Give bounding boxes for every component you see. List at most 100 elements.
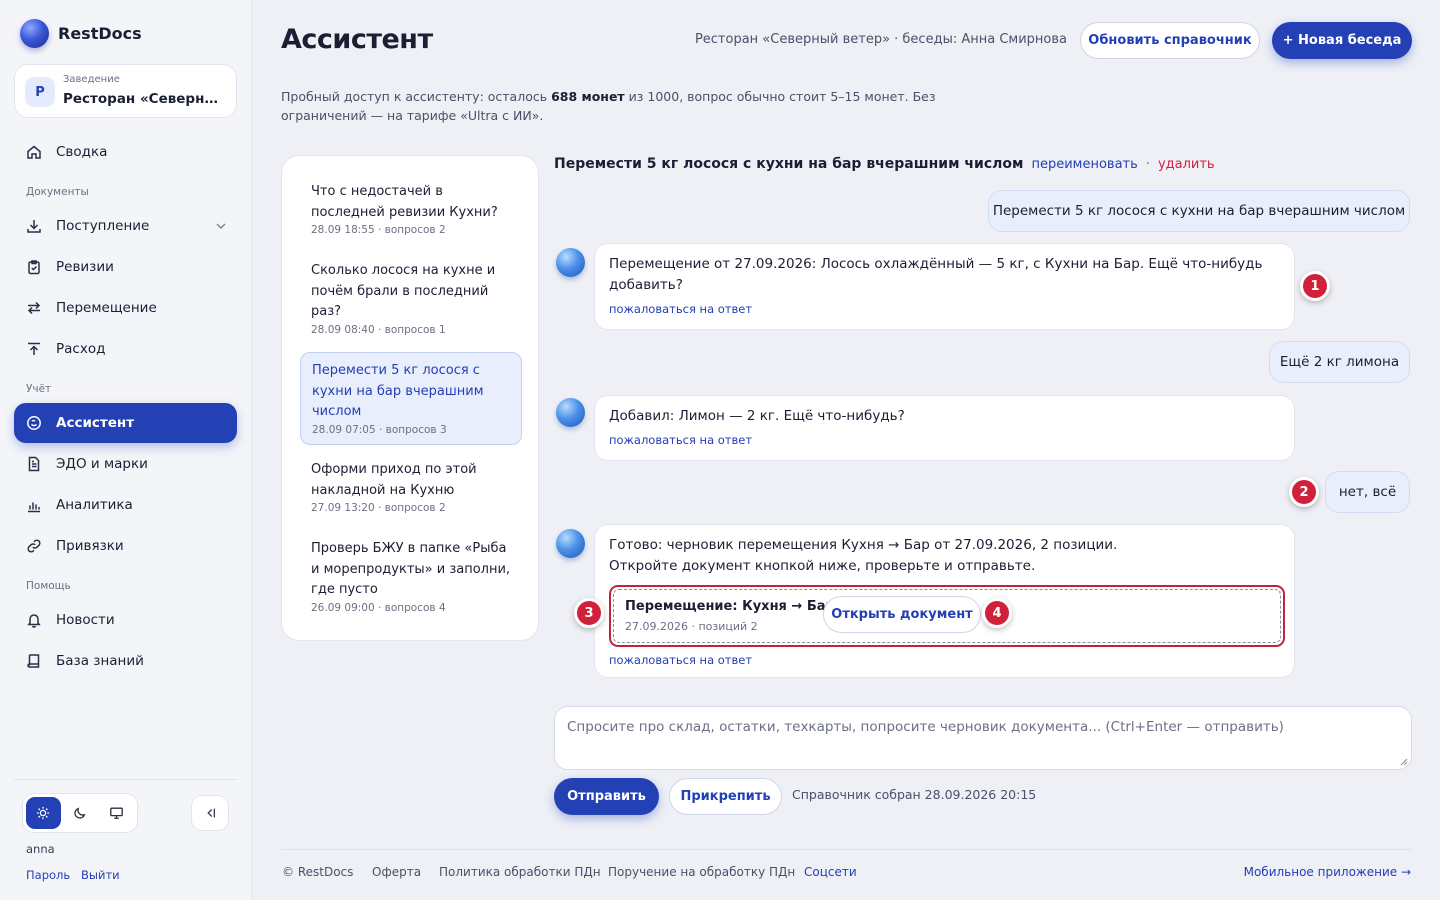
document-icon [28, 456, 40, 472]
history-item-meta: 27.09 13:20 · вопросов 2 [311, 502, 446, 514]
venue-selector[interactable]: Р Заведение Ресторан «Северный ветер» [14, 64, 237, 118]
nav-item-edo[interactable]: ЭДО и марки [14, 444, 237, 484]
footer-privacy-link[interactable]: Политика обработки ПДн [439, 865, 601, 879]
footer-social-link[interactable]: Соцсети [804, 865, 857, 879]
nav-item-receipts[interactable]: Поступление [14, 206, 237, 246]
theme-light-button[interactable] [26, 797, 61, 829]
nav-item-bindings[interactable]: Привязки [14, 526, 237, 566]
sidebar: RestDocs Р Заведение Ресторан «Северный … [0, 0, 252, 900]
history-item-meta: 28.09 18:55 · вопросов 2 [311, 224, 446, 236]
brand[interactable]: RestDocs [20, 19, 142, 48]
sidebar-username: anna [26, 842, 55, 856]
send-button[interactable]: Отправить [554, 778, 659, 815]
brand-logo-icon [20, 19, 49, 48]
footer-offer-link[interactable]: Оферта [372, 865, 421, 879]
annotation-badge: 4 [982, 598, 1012, 628]
nav-section-accounting: Учёт [26, 383, 52, 395]
nav-label-edo: ЭДО и марки [56, 456, 148, 472]
collapse-icon [207, 808, 216, 818]
download-icon [27, 220, 41, 233]
arrows-swap-icon [27, 301, 41, 315]
history-item-title: Перемести 5 кг лосося с кухни на бар вче… [312, 363, 484, 419]
nav-label-expense: Расход [56, 341, 106, 357]
nav-item-summary[interactable]: Сводка [14, 132, 237, 172]
history-item[interactable]: Что с недостачей в последней ревизии Кух… [300, 174, 522, 244]
new-chat-button[interactable]: + Новая беседа [1272, 22, 1412, 59]
footer-divider [281, 849, 1412, 850]
nav-label-summary: Сводка [56, 144, 108, 160]
nav-item-assistant[interactable]: Ассистент [14, 403, 237, 443]
sidebar-collapse-button[interactable] [191, 795, 229, 831]
user-message: нет, всё [1325, 471, 1410, 513]
history-item-title: Сколько лосося на кухне и почём брали в … [311, 263, 496, 319]
upload-icon [28, 342, 40, 355]
page-title: Ассистент [281, 24, 433, 55]
nav-label-knowledge: База знаний [56, 653, 144, 669]
bar-chart-icon [28, 502, 40, 513]
nav-item-analytics[interactable]: Аналитика [14, 485, 237, 525]
nav-section-help: Помощь [26, 580, 71, 592]
complain-link[interactable]: пожаловаться на ответ [609, 433, 1280, 447]
header-separator: · [1145, 157, 1150, 172]
nav-item-audits[interactable]: Ревизии [14, 247, 237, 287]
assistant-message-text: Откройте документ кнопкой ниже, проверьт… [609, 558, 1036, 574]
home-icon [27, 145, 41, 159]
header-meta: Ресторан «Северный ветер» · беседы: Анна… [694, 32, 1067, 47]
sidebar-divider [14, 779, 238, 780]
conversation-title: Перемести 5 кг лосося с кухни на бар вче… [554, 156, 1024, 172]
rename-link[interactable]: переименовать [1031, 157, 1137, 172]
assistant-avatar [556, 398, 585, 427]
theme-dark-button[interactable] [63, 797, 98, 829]
nav-label-analytics: Аналитика [56, 497, 133, 513]
message-input[interactable] [567, 719, 1399, 757]
nav-item-news[interactable]: Новости [14, 600, 237, 640]
assistant-message-text: Перемещение от 27.09.2026: Лосось охлажд… [609, 256, 1263, 293]
venue-avatar: Р [25, 77, 55, 107]
delete-link[interactable]: удалить [1158, 157, 1215, 172]
logout-link[interactable]: Выйти [81, 868, 120, 882]
nav-item-transfer[interactable]: Перемещение [14, 288, 237, 328]
trial-notice: Пробный доступ к ассистенту: осталось 68… [281, 87, 941, 125]
history-item[interactable]: Оформи приход по этой накладной на Кухню… [300, 452, 522, 522]
conversation-header: Перемести 5 кг лосося с кухни на бар вче… [554, 156, 1215, 172]
user-message: Перемести 5 кг лосося с кухни на бар вче… [988, 190, 1410, 232]
attach-button[interactable]: Прикрепить [669, 778, 782, 815]
nav-label-assistant: Ассистент [56, 415, 135, 431]
document-title: Перемещение: Кухня → Бар [625, 599, 835, 614]
complain-link[interactable]: пожаловаться на ответ [609, 302, 1280, 316]
assistant-message-text: Добавил: Лимон — 2 кг. Ещё что-нибудь? [609, 408, 905, 424]
annotation-badge: 2 [1289, 477, 1319, 507]
open-document-button[interactable]: Открыть документ [823, 596, 981, 633]
footer-mobile-link[interactable]: Мобильное приложение → [1244, 865, 1411, 879]
theme-system-button[interactable] [99, 797, 134, 829]
nav-label-receipts: Поступление [56, 218, 150, 234]
refresh-reference-button[interactable]: Обновить справочник [1080, 22, 1260, 59]
moon-icon [74, 807, 86, 819]
reference-note: Справочник собран 28.09.2026 20:15 [792, 787, 1037, 802]
assistant-message: Готово: черновик перемещения Кухня → Бар… [594, 524, 1295, 678]
nav-label-audits: Ревизии [56, 259, 114, 275]
book-icon [27, 654, 40, 668]
user-message: Ещё 2 кг лимона [1269, 341, 1410, 383]
trial-coins: 688 монет [551, 89, 625, 104]
chevron-down-icon[interactable] [215, 220, 227, 232]
password-link[interactable]: Пароль [26, 868, 70, 882]
history-item[interactable]: Сколько лосося на кухне и почём брали в … [300, 253, 522, 344]
document-meta: 27.09.2026 · позиций 2 [625, 620, 758, 633]
footer-assignment-link[interactable]: Поручение на обработку ПДн [608, 865, 795, 879]
history-item-title: Что с недостачей в последней ревизии Кух… [311, 184, 498, 220]
history-item[interactable]: Проверь БЖУ в папке «Рыба и морепродукты… [300, 531, 522, 622]
clipboard-icon [28, 260, 40, 275]
chat-history-panel: Что с недостачей в последней ревизии Кух… [281, 155, 539, 641]
message-composer [554, 706, 1412, 770]
sun-icon [37, 806, 50, 820]
assistant-avatar [556, 529, 585, 558]
nav-item-expense[interactable]: Расход [14, 329, 237, 369]
history-item-title: Оформи приход по этой накладной на Кухню [311, 462, 477, 498]
history-item-selected[interactable]: Перемести 5 кг лосося с кухни на бар вче… [300, 352, 522, 445]
link-icon [27, 539, 41, 553]
resize-handle-icon[interactable] [1400, 758, 1408, 766]
nav-item-knowledge[interactable]: База знаний [14, 641, 237, 681]
venue-name: Ресторан «Северный ветер» [63, 91, 229, 107]
complain-link[interactable]: пожаловаться на ответ [609, 653, 1280, 667]
